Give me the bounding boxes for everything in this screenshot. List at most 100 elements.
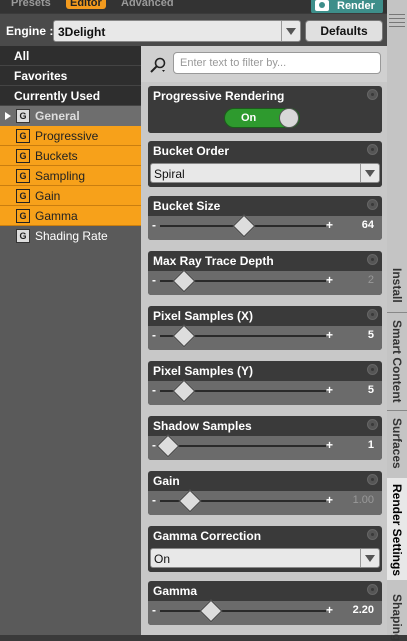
decrement-icon[interactable]: - [152,603,156,617]
prop-progressive-rendering: Progressive Rendering On [148,86,382,133]
select-value: Spiral [154,167,185,181]
render-button[interactable]: Render [311,0,383,13]
nav-item-gamma[interactable]: G Gamma [0,206,141,226]
tab-presets[interactable]: Presets [11,0,51,9]
bucket-size-slider[interactable]: - + 64 [148,216,382,240]
decrement-icon[interactable]: - [152,218,156,232]
gain-slider[interactable]: - + 1.00 [148,491,382,515]
pixel-samples-y-slider[interactable]: - + 5 [148,381,382,405]
gear-icon[interactable] [367,584,378,595]
nav-general[interactable]: G General [0,106,141,126]
prop-gamma: Gamma - + 2.20 [148,581,382,625]
engine-select[interactable]: 3Delight [53,20,301,42]
slider-value[interactable]: 5 [368,329,374,341]
increment-icon[interactable]: + [326,218,333,232]
prop-title: Max Ray Trace Depth [153,254,274,268]
increment-icon[interactable]: + [326,383,333,397]
engine-label: Engine : [6,24,54,38]
prop-bucket-order: Bucket Order Spiral [148,141,382,187]
increment-icon[interactable]: + [326,438,333,452]
decrement-icon[interactable]: - [152,328,156,342]
group-icon: G [16,169,30,183]
nav-item-buckets[interactable]: G Buckets [0,146,141,166]
tab-divider [387,410,407,411]
tab-advanced[interactable]: Advanced [121,0,174,9]
bucket-order-select[interactable]: Spiral [150,163,380,183]
prop-gain: Gain - + 1.00 [148,471,382,515]
gear-icon[interactable] [367,89,378,100]
decrement-icon[interactable]: - [152,438,156,452]
nav-item-gain[interactable]: G Gain [0,186,141,206]
increment-icon[interactable]: + [326,273,333,287]
slider-value[interactable]: 64 [362,219,374,231]
prop-shadow-samples: Shadow Samples - + 1 [148,416,382,460]
grip-line [389,14,405,15]
slider-value[interactable]: 1.00 [353,494,374,506]
progressive-toggle[interactable]: On [224,108,300,128]
slider-value[interactable]: 2.20 [353,604,374,616]
slider-value[interactable]: 1 [368,439,374,451]
search-icon[interactable] [149,56,167,74]
gamma-slider[interactable]: - + 2.20 [148,601,382,625]
prop-title: Gamma Correction [153,529,262,543]
slider-value[interactable]: 5 [368,384,374,396]
render-button-label: Render [337,0,375,12]
gear-icon[interactable] [367,309,378,320]
nav-item-sampling[interactable]: G Sampling [0,166,141,186]
decrement-icon[interactable]: - [152,493,156,507]
nav-item-label: Gamma [35,209,78,223]
slider-track [160,610,326,612]
gamma-correction-select[interactable]: On [150,548,380,568]
expand-triangle-icon[interactable] [5,112,11,120]
max-ray-depth-slider[interactable]: - + 2 [148,271,382,295]
gear-icon[interactable] [367,199,378,210]
increment-icon[interactable]: + [326,328,333,342]
prop-gamma-correction: Gamma Correction On [148,526,382,572]
top-tab-bar: Presets Editor Advanced Render [0,0,407,13]
side-tab-render-settings[interactable]: Render Settings [387,478,407,580]
tab-editor[interactable]: Editor [66,0,106,9]
defaults-button[interactable]: Defaults [305,20,383,42]
group-icon: G [16,109,30,123]
engine-row: Engine : 3Delight Defaults [0,14,387,46]
nav-favorites[interactable]: Favorites [0,66,141,86]
side-tab-strip: Install Smart Content Surfaces Render Se… [387,0,407,641]
decrement-icon[interactable]: - [152,273,156,287]
nav-all[interactable]: All [0,46,141,66]
prop-bucket-size: Bucket Size - + 64 [148,196,382,240]
shadow-samples-slider[interactable]: - + 1 [148,436,382,460]
prop-pixel-samples-y: Pixel Samples (Y) - + 5 [148,361,382,405]
side-tab-label: Shaping [390,594,404,641]
prop-title: Progressive Rendering [153,89,285,103]
gear-icon[interactable] [367,529,378,540]
nav-item-shading-rate[interactable]: G Shading Rate [0,226,141,246]
select-value: On [154,552,171,566]
gear-icon[interactable] [367,364,378,375]
decrement-icon[interactable]: - [152,383,156,397]
gear-icon[interactable] [367,419,378,430]
gear-icon[interactable] [367,254,378,265]
side-tab-surfaces[interactable]: Surfaces [387,418,407,470]
nav-item-label: Gain [35,189,61,203]
prop-title: Gain [153,474,180,488]
pixel-samples-x-slider[interactable]: - + 5 [148,326,382,350]
increment-icon[interactable]: + [326,493,333,507]
prop-title: Bucket Order [153,144,230,158]
filter-row: Enter text to filter by... [141,46,387,82]
nav-item-progressive[interactable]: G Progressive [0,126,141,146]
side-tab-smart-content[interactable]: Smart Content [387,320,407,403]
filter-input[interactable]: Enter text to filter by... [173,52,381,74]
prop-title: Bucket Size [153,199,221,213]
side-tab-shaping[interactable]: Shaping [387,590,407,641]
engine-value: 3Delight [58,25,106,39]
slider-value[interactable]: 2 [368,274,374,286]
side-tab-label: Render Settings [390,484,404,577]
increment-icon[interactable]: + [326,603,333,617]
gear-icon[interactable] [367,474,378,485]
camera-icon [315,0,329,11]
nav-currently-used[interactable]: Currently Used [0,86,141,106]
side-tab-install[interactable]: Install [387,268,407,308]
chevron-down-icon [360,549,379,567]
gear-icon[interactable] [367,144,378,155]
nav-item-label: Sampling [35,169,86,183]
